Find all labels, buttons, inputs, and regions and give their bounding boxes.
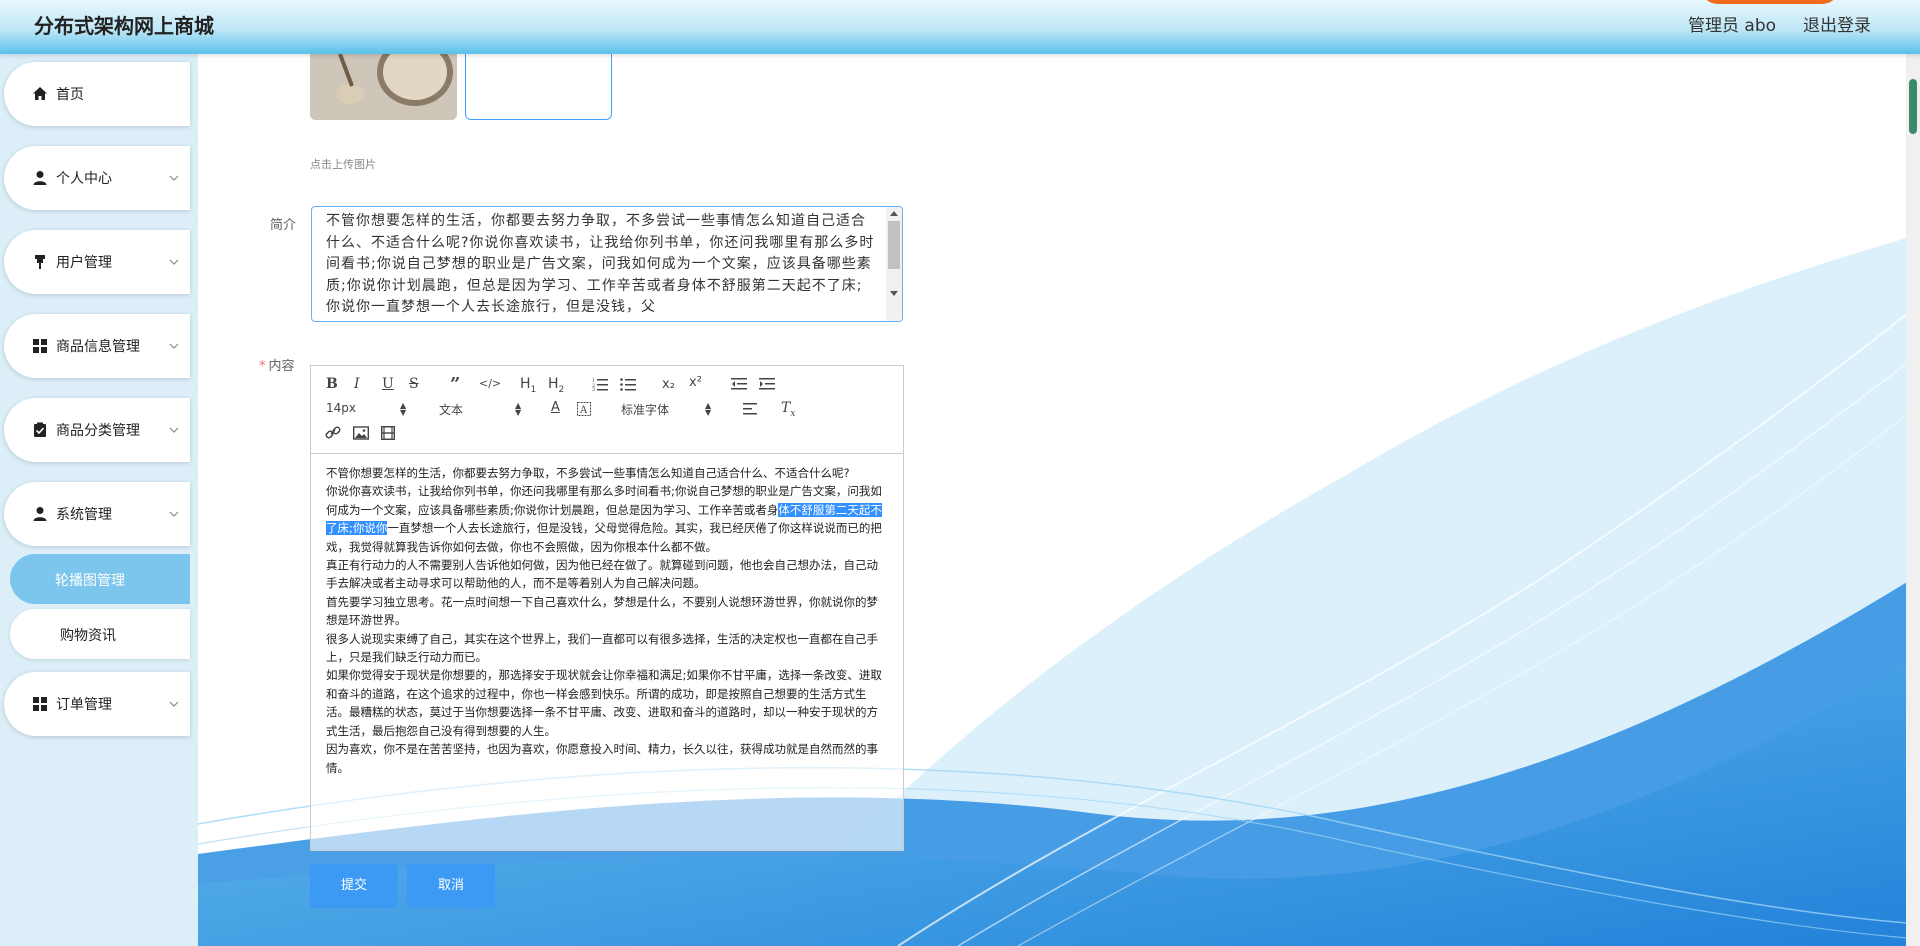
sidebar-item-label: 首页 xyxy=(56,87,84,103)
chevron-down-icon xyxy=(169,701,179,707)
content-paragraph: 你说你喜欢读书，让我给你列书单，你还问我哪里有那么多时间看书;你说自己梦想的职业… xyxy=(326,482,886,556)
svg-text:3: 3 xyxy=(592,387,595,391)
content-paragraph: 首先要学习独立思考。花一点时间想一下自己喜欢什么，梦想是什么，不要别人说想环游世… xyxy=(326,594,878,628)
site-title: 分布式架构网上商城 xyxy=(34,14,214,38)
select-arrows-icon: ▲ ▼ xyxy=(400,401,407,417)
rich-text-editor[interactable]: B I U S ” </> H1 H2 123 x₂ x² 14px ▲ ▼ 文本 ▲… xyxy=(310,365,904,851)
underline-button[interactable]: U xyxy=(382,376,394,392)
font-size-select[interactable]: 14px ▲ ▼ xyxy=(326,401,407,417)
background-color-icon[interactable]: A xyxy=(577,402,591,416)
video-icon[interactable] xyxy=(381,426,395,440)
chevron-down-icon xyxy=(169,259,179,265)
content-label: * 内容 xyxy=(259,355,295,374)
font-family-value: 标准字体 xyxy=(621,403,670,417)
code-block-button[interactable]: </> xyxy=(479,377,501,390)
font-color-button[interactable]: A xyxy=(551,400,560,415)
sidebar-subitem-label: 购物资讯 xyxy=(60,628,116,644)
chevron-down-icon xyxy=(169,175,179,181)
decorative-blob xyxy=(1700,0,1840,4)
sidebar-item-label: 商品分类管理 xyxy=(56,423,140,439)
content-paragraph: 如果你觉得安于现状是你想要的，那选择安于现状就会让你幸福和满足;如果你不甘平庸，… xyxy=(326,668,882,738)
admin-username: 管理员 abo xyxy=(1688,16,1777,36)
upload-image-slot[interactable] xyxy=(465,54,612,120)
align-icon[interactable] xyxy=(743,403,757,415)
font-size-value: 14px xyxy=(326,401,356,415)
svg-text:A: A xyxy=(579,405,588,416)
intro-text: 不管你想要怎样的生活，你都要去努力争取，不多尝试一些事情怎么知道自己适合什么、不… xyxy=(326,213,875,316)
content-label-text: 内容 xyxy=(268,359,295,374)
heading1-button[interactable]: H1 xyxy=(520,376,536,395)
sidebar-item-label: 系统管理 xyxy=(56,507,112,523)
select-arrows-icon: ▲ ▼ xyxy=(705,401,712,417)
ordered-list-icon[interactable]: 123 xyxy=(592,377,608,391)
clipboard-check-icon xyxy=(34,422,46,437)
oats-photo xyxy=(310,54,457,120)
main-content: 点击上传图片 简介 不管你想要怎样的生活，你都要去努力争取，不多尝试一些事情怎么… xyxy=(198,54,1920,946)
scroll-down-icon[interactable] xyxy=(890,291,898,296)
link-icon[interactable] xyxy=(325,426,341,440)
indent-icon[interactable] xyxy=(759,377,775,391)
required-mark: * xyxy=(259,359,266,374)
select-arrows-icon: ▲ ▼ xyxy=(515,401,522,417)
intro-label: 简介 xyxy=(270,218,297,233)
sidebar-item-label: 商品信息管理 xyxy=(56,339,140,355)
user-icon xyxy=(33,507,47,521)
superscript-button[interactable]: x² xyxy=(689,375,702,390)
strike-button[interactable]: S xyxy=(409,376,419,392)
sidebar: 首页 个人中心 用户管理 商品信息管理 商品分类管理 系统管理 轮播图管理 购物… xyxy=(0,54,198,946)
content-paragraph: 很多人说现实束缚了自己，其实在这个世界上，我们一直都可以有很多选择，生活的决定权… xyxy=(326,631,878,665)
sidebar-item-label: 个人中心 xyxy=(56,171,112,187)
pin-icon xyxy=(35,255,45,269)
scroll-up-icon[interactable] xyxy=(890,211,898,216)
block-type-select[interactable]: 文本 ▲ ▼ xyxy=(439,401,523,418)
grid-icon xyxy=(33,339,47,353)
sidebar-item-label: 订单管理 xyxy=(56,697,112,713)
heading2-button[interactable]: H2 xyxy=(548,376,564,395)
user-icon xyxy=(33,171,47,185)
sidebar-item-product-info[interactable]: 商品信息管理 xyxy=(4,314,190,378)
textarea-scrollbar[interactable] xyxy=(886,207,902,321)
chevron-down-icon xyxy=(169,427,179,433)
cancel-button[interactable]: 取消 xyxy=(407,864,495,908)
italic-button[interactable]: I xyxy=(354,376,360,392)
page-scrollbar[interactable] xyxy=(1906,54,1920,946)
sidebar-item-home[interactable]: 首页 xyxy=(4,62,190,126)
editor-toolbar: B I U S ” </> H1 H2 123 x₂ x² 14px ▲ ▼ 文本 ▲… xyxy=(311,366,903,454)
grid-icon xyxy=(33,697,47,711)
upload-tip: 点击上传图片 xyxy=(310,158,376,171)
submit-button[interactable]: 提交 xyxy=(310,864,398,908)
sidebar-subitem-carousel[interactable]: 轮播图管理 xyxy=(10,554,190,604)
subscript-button[interactable]: x₂ xyxy=(662,377,675,392)
font-family-select[interactable]: 标准字体 ▲ ▼ xyxy=(621,401,713,418)
content-text: 一直梦想一个人去长途旅行，但是没钱，父母觉得危险。其实，我已经厌倦了你这样说说而… xyxy=(326,521,882,554)
uploaded-image-thumbnail[interactable] xyxy=(310,54,457,120)
sidebar-item-label: 用户管理 xyxy=(56,255,112,271)
bullet-list-icon[interactable] xyxy=(620,377,636,391)
content-paragraph: 因为喜欢，你不是在苦苦坚持，也因为喜欢，你愿意投入时间、精力，长久以往，获得成功… xyxy=(326,742,878,775)
outdent-icon[interactable] xyxy=(731,377,747,391)
block-type-value: 文本 xyxy=(439,403,464,417)
intro-textarea[interactable]: 不管你想要怎样的生活，你都要去努力争取，不多尝试一些事情怎么知道自己适合什么、不… xyxy=(311,206,903,322)
sidebar-item-system-management[interactable]: 系统管理 xyxy=(4,482,190,546)
sidebar-item-product-category[interactable]: 商品分类管理 xyxy=(4,398,190,462)
clear-format-button[interactable]: Tx xyxy=(781,400,795,419)
sidebar-item-personal-center[interactable]: 个人中心 xyxy=(4,146,190,210)
page-scrollbar-thumb[interactable] xyxy=(1909,79,1917,134)
chevron-down-icon xyxy=(169,343,179,349)
top-header: 分布式架构网上商城 管理员 abo 退出登录 xyxy=(0,0,1920,54)
home-icon xyxy=(33,87,47,100)
scrollbar-thumb[interactable] xyxy=(888,221,900,269)
sidebar-item-user-management[interactable]: 用户管理 xyxy=(4,230,190,294)
logout-link[interactable]: 退出登录 xyxy=(1803,11,1871,36)
content-paragraph: 真正有行动力的人不需要别人告诉他如何做，因为他已经在做了。就算碰到问题，他也会自… xyxy=(326,558,878,591)
blockquote-button[interactable]: ” xyxy=(450,374,460,395)
sidebar-subitem-label: 轮播图管理 xyxy=(55,573,125,589)
chevron-down-icon xyxy=(169,511,179,517)
image-icon[interactable] xyxy=(353,426,369,440)
sidebar-item-order-management[interactable]: 订单管理 xyxy=(4,672,190,736)
editor-content[interactable]: 不管你想要怎样的生活，你都要去努力争取，不多尝试一些事情怎么知道自己适合什么、不… xyxy=(326,464,886,777)
bold-button[interactable]: B xyxy=(326,376,338,392)
content-paragraph: 不管你想要怎样的生活，你都要去努力争取，不多尝试一些事情怎么知道自己适合什么、不… xyxy=(326,466,850,480)
sidebar-subitem-shopping-news[interactable]: 购物资讯 xyxy=(10,609,190,659)
